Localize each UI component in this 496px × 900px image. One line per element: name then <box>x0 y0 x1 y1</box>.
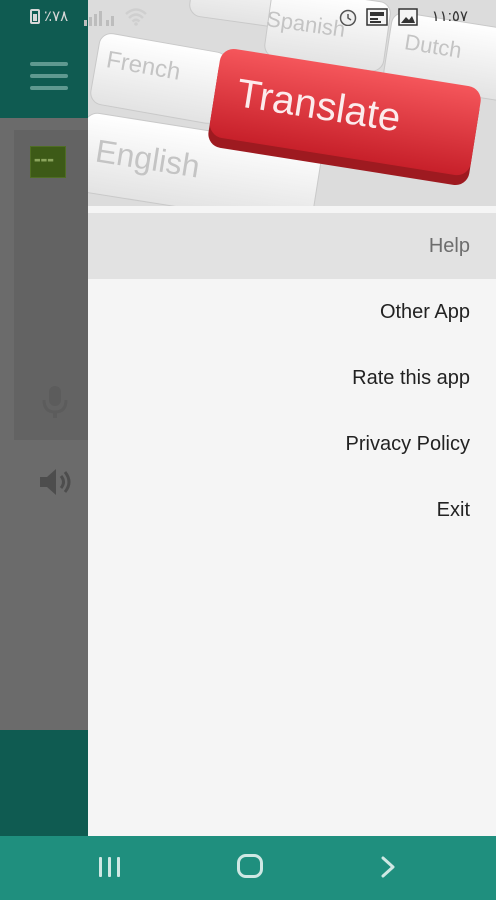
menu-item-label: Exit <box>436 499 470 521</box>
flag-icon[interactable]: ▬▬▬ <box>30 146 66 178</box>
navigation-drawer: Translate French English Spanish Dutch H… <box>88 0 496 836</box>
menu-item-label: Rate this app <box>352 367 470 389</box>
back-icon[interactable] <box>378 855 398 879</box>
menu-item-other-app[interactable]: Other App <box>88 279 496 345</box>
system-navigation-bar <box>0 836 496 900</box>
clock-time: ١١:٥٧ <box>431 8 468 25</box>
home-icon[interactable] <box>237 854 263 878</box>
menu-item-label: Help <box>428 235 470 257</box>
recents-icon[interactable] <box>99 857 123 877</box>
wifi-icon <box>125 8 147 26</box>
menu-item-exit[interactable]: Exit <box>88 477 496 543</box>
menu-icon[interactable] <box>30 62 68 92</box>
battery-percentage: ٪٧٨ <box>44 8 69 25</box>
speaker-icon[interactable] <box>38 466 74 498</box>
gallery-icon <box>398 8 418 26</box>
news-app-icon <box>366 8 388 26</box>
alarm-icon <box>339 9 357 26</box>
menu-item-label: Other App <box>379 301 470 323</box>
battery-icon <box>30 9 40 24</box>
menu-item-help[interactable]: Help <box>88 213 496 279</box>
menu-item-rate-app[interactable]: Rate this app <box>88 345 496 411</box>
microphone-icon[interactable] <box>40 384 70 420</box>
drawer-menu: Help Other App Rate this app Privacy Pol… <box>88 213 496 543</box>
signal-icon <box>84 11 114 26</box>
status-bar: ٪٧٨ ١١:٥٧ <box>0 0 496 32</box>
menu-item-label: Privacy Policy <box>345 433 470 455</box>
menu-item-privacy-policy[interactable]: Privacy Policy <box>88 411 496 477</box>
